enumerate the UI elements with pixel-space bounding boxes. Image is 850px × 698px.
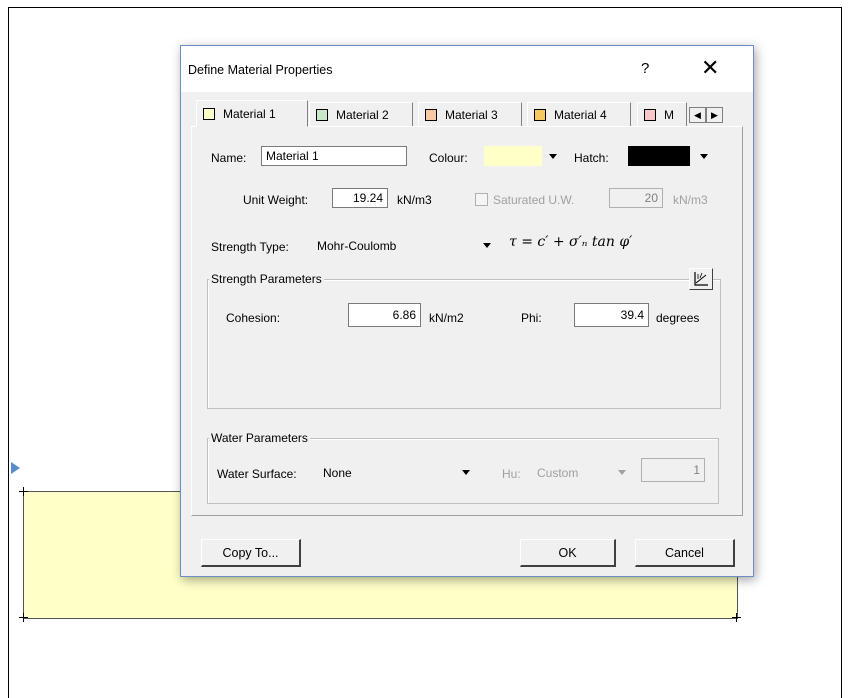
tab-material-1[interactable]: Material 1 — [196, 100, 308, 127]
dialog-title: Define Material Properties — [188, 63, 333, 77]
strength-parameters-title: Strength Parameters — [209, 272, 324, 286]
tab-label: Material 1 — [223, 106, 276, 121]
copy-to-button[interactable]: Copy To... — [201, 539, 301, 567]
saturated-uw-input[interactable]: 20 — [609, 188, 663, 208]
chevron-down-icon — [483, 243, 491, 248]
hatch-label: Hatch: — [574, 151, 609, 165]
help-button[interactable]: ? — [641, 60, 649, 77]
name-input[interactable]: Material 1 — [261, 146, 407, 166]
hu-value: Custom — [537, 466, 579, 480]
close-button[interactable]: ✕ — [701, 55, 719, 81]
vertex-marker — [732, 613, 741, 622]
strength-type-value: Mohr-Coulomb — [317, 239, 397, 253]
material-1-swatch-icon — [203, 107, 215, 120]
chevron-down-icon — [462, 470, 470, 475]
define-material-dialog: Define Material Properties ? ✕ Material … — [180, 45, 754, 577]
hu-dropdown[interactable]: Custom — [533, 462, 633, 482]
material-4-swatch-icon — [534, 108, 546, 121]
tab-label: M — [664, 107, 674, 122]
water-parameters-title: Water Parameters — [209, 431, 310, 445]
material-2-swatch-icon — [316, 108, 328, 121]
cohesion-label: Cohesion: — [226, 311, 281, 325]
saturated-unit: kN/m3 — [673, 193, 708, 207]
saturated-label: Saturated U.W. — [493, 193, 575, 207]
dialog-titlebar: Define Material Properties ? ✕ — [181, 46, 753, 92]
tab-label: Material 4 — [554, 107, 607, 122]
tab-material-5[interactable]: M — [637, 102, 687, 126]
phi-input[interactable]: 39.4 — [574, 303, 649, 327]
tab-scroll-left-button[interactable]: ◀ — [689, 107, 706, 123]
cohesion-unit: kN/m2 — [429, 311, 464, 325]
water-surface-dropdown[interactable]: None — [321, 462, 481, 482]
vertex-marker — [19, 487, 28, 496]
colour-swatch — [484, 146, 542, 166]
hatch-dropdown[interactable] — [628, 146, 718, 166]
strength-graph-icon[interactable] — [689, 268, 713, 290]
chevron-down-icon — [618, 470, 626, 475]
chevron-down-icon — [549, 154, 557, 159]
water-surface-label: Water Surface: — [217, 467, 297, 481]
hu-label: Hu: — [502, 467, 521, 481]
hu-value-input[interactable]: 1 — [641, 458, 705, 482]
tab-material-3[interactable]: Material 3 — [418, 102, 522, 126]
hatch-swatch — [628, 146, 690, 166]
mohr-coulomb-formula: τ = c′ + σ′ₙ tan φ′ — [509, 234, 633, 250]
strength-parameters-group — [207, 279, 721, 409]
material-5-swatch-icon — [644, 108, 656, 121]
unit-weight-unit: kN/m3 — [397, 193, 432, 207]
water-level-arrow-icon — [11, 462, 20, 474]
colour-dropdown[interactable] — [484, 146, 564, 166]
colour-label: Colour: — [429, 151, 468, 165]
vertex-marker — [19, 613, 28, 622]
tab-label: Material 2 — [336, 107, 389, 122]
strength-type-dropdown[interactable]: Mohr-Coulomb — [315, 235, 495, 255]
name-label: Name: — [211, 151, 247, 165]
cancel-button[interactable]: Cancel — [635, 539, 735, 567]
unit-weight-input[interactable]: 19.24 — [332, 188, 388, 208]
material-3-swatch-icon — [425, 108, 437, 121]
strength-type-label: Strength Type: — [211, 240, 289, 254]
phi-unit: degrees — [656, 311, 700, 325]
tab-scroll-right-button[interactable]: ▶ — [706, 107, 723, 123]
water-surface-value: None — [323, 466, 352, 480]
tab-material-4[interactable]: Material 4 — [527, 102, 631, 126]
unit-weight-label: Unit Weight: — [243, 193, 309, 207]
cohesion-input[interactable]: 6.86 — [348, 303, 421, 327]
chevron-down-icon — [700, 154, 708, 159]
graph-icon — [694, 272, 708, 286]
tab-label: Material 3 — [445, 107, 498, 122]
ok-button[interactable]: OK — [520, 539, 616, 567]
tab-material-2[interactable]: Material 2 — [309, 102, 413, 126]
saturated-checkbox[interactable] — [475, 193, 488, 206]
phi-label: Phi: — [521, 311, 542, 325]
